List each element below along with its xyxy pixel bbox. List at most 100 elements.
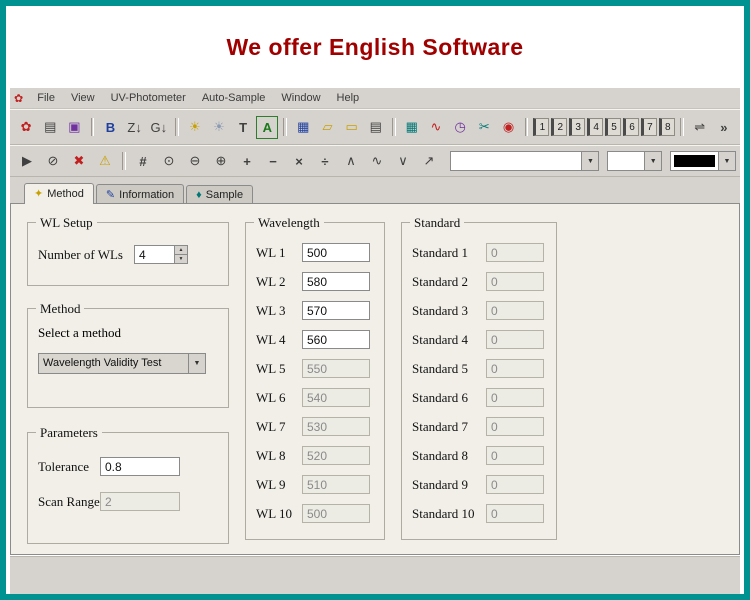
- timer-icon[interactable]: ◷: [449, 116, 471, 139]
- tab-label: Method: [47, 188, 84, 200]
- sipper-icon[interactable]: ⇌: [689, 116, 711, 139]
- cell-3-icon[interactable]: 3: [569, 118, 585, 136]
- menu-window[interactable]: Window: [273, 90, 328, 106]
- wl-9-input: [302, 475, 370, 494]
- more-tools-icon[interactable]: »: [713, 116, 735, 139]
- wl-3-input[interactable]: [302, 301, 370, 320]
- add-icon[interactable]: +: [235, 150, 259, 173]
- menu-file[interactable]: File: [29, 90, 63, 106]
- tolerance-input[interactable]: [100, 457, 180, 476]
- standard-row: Standard 6: [412, 388, 546, 407]
- group-title: WL Setup: [36, 215, 97, 231]
- standard-row: Standard 2: [412, 272, 546, 291]
- derivative-icon[interactable]: ↗: [417, 150, 441, 173]
- chevron-down-icon[interactable]: ▼: [188, 354, 205, 373]
- wl-2-input[interactable]: [302, 272, 370, 291]
- wl-1-input[interactable]: [302, 243, 370, 262]
- wl-setup-group: WL Setup Number of WLs ▲ ▼: [27, 222, 229, 286]
- multiply-icon[interactable]: ×: [287, 150, 311, 173]
- standard-2-input: [486, 272, 544, 291]
- absorbance-icon[interactable]: A: [256, 116, 278, 139]
- method-tab-panel: WL Setup Number of WLs ▲ ▼ Method: [10, 203, 740, 555]
- cell-6-icon[interactable]: 6: [623, 118, 639, 136]
- run-icon[interactable]: ▶: [15, 150, 39, 173]
- number-of-wls-row: Number of WLs ▲ ▼: [38, 245, 218, 264]
- banner: We offer English Software: [6, 6, 744, 88]
- standard-row: Standard 10: [412, 504, 546, 523]
- cell-2-icon[interactable]: 2: [551, 118, 567, 136]
- w-lamp-icon[interactable]: ☀: [208, 116, 230, 139]
- transmittance-icon[interactable]: T: [232, 116, 254, 139]
- chevron-down-icon[interactable]: ▼: [644, 152, 661, 170]
- menu-help[interactable]: Help: [329, 90, 368, 106]
- method-combobox[interactable]: Wavelength Validity Test ▼: [38, 353, 206, 374]
- wavelength-row: WL 1: [256, 243, 374, 262]
- field-label: Standard 8: [412, 448, 486, 464]
- menu-auto-sample[interactable]: Auto-Sample: [194, 90, 274, 106]
- closed-folder-icon[interactable]: ▭: [341, 116, 363, 139]
- graph-toolbar-icons: ▶ ⊘ ✖ ⚠ # ⊙ ⊖ ⊕ +: [14, 150, 442, 173]
- alert-icon[interactable]: ⚠: [93, 150, 117, 173]
- zoom-in-icon[interactable]: ⊕: [209, 150, 233, 173]
- banner-title: We offer English Software: [226, 34, 523, 61]
- chevron-down-icon[interactable]: ▼: [718, 152, 735, 170]
- app-icon[interactable]: ✿: [15, 116, 37, 139]
- field-label: Standard 9: [412, 477, 486, 493]
- peak-up-icon[interactable]: ∧: [339, 150, 363, 173]
- number-of-wls-input[interactable]: [134, 245, 174, 264]
- menu-view[interactable]: View: [63, 90, 103, 106]
- field-label: Standard 3: [412, 303, 486, 319]
- divide-icon[interactable]: ÷: [313, 150, 337, 173]
- wl-4-input[interactable]: [302, 330, 370, 349]
- color-combobox[interactable]: ▼: [670, 151, 736, 171]
- print-icon[interactable]: ▤: [365, 116, 387, 139]
- d2-lamp-icon[interactable]: ☀: [184, 116, 206, 139]
- baseline-icon[interactable]: B: [99, 116, 121, 139]
- zoom-out-icon[interactable]: ⊖: [183, 150, 207, 173]
- record-icon[interactable]: ◉: [497, 116, 519, 139]
- wave-icon[interactable]: ∿: [365, 150, 389, 173]
- data-table-icon[interactable]: ▦: [401, 116, 423, 139]
- standard-3-input: [486, 301, 544, 320]
- wavelength-row: WL 6: [256, 388, 374, 407]
- field-label: WL 7: [256, 419, 302, 435]
- grid-icon[interactable]: #: [131, 150, 155, 173]
- gain-icon[interactable]: G↓: [148, 116, 170, 139]
- number-of-wls-spinner: ▲ ▼: [134, 245, 188, 264]
- chart-icon[interactable]: ∿: [425, 116, 447, 139]
- pause-icon[interactable]: ⊘: [41, 150, 65, 173]
- spin-down-button[interactable]: ▼: [174, 255, 188, 264]
- wavelength-row: WL 5: [256, 359, 374, 378]
- scale-combobox[interactable]: ▼: [607, 151, 662, 171]
- tab-sample[interactable]: ♦ Sample: [186, 185, 253, 203]
- spin-up-button[interactable]: ▲: [174, 245, 188, 255]
- zero-icon[interactable]: Z↓: [124, 116, 146, 139]
- tools-icon[interactable]: ✂: [473, 116, 495, 139]
- tab-information[interactable]: ✎ Information: [96, 184, 184, 203]
- cell-7-icon[interactable]: 7: [641, 118, 657, 136]
- peak-down-icon[interactable]: ∨: [391, 150, 415, 173]
- field-label: WL 8: [256, 448, 302, 464]
- subtract-icon[interactable]: −: [261, 150, 285, 173]
- wavelength-row: WL 10: [256, 504, 374, 523]
- zoom-window-icon[interactable]: ⊙: [157, 150, 181, 173]
- save-icon[interactable]: ▦: [292, 116, 314, 139]
- printer-icon[interactable]: ▤: [39, 116, 61, 139]
- view-combobox[interactable]: ▼: [450, 151, 599, 171]
- tab-label: Information: [119, 189, 174, 201]
- cell-5-icon[interactable]: 5: [605, 118, 621, 136]
- cell-1-icon[interactable]: 1: [533, 118, 549, 136]
- chevron-down-icon[interactable]: ▼: [581, 152, 598, 170]
- app-logo-icon: ✿: [14, 92, 23, 105]
- wavelength-row: WL 2: [256, 272, 374, 291]
- monitor-icon[interactable]: ▣: [63, 116, 85, 139]
- open-folder-icon[interactable]: ▱: [316, 116, 338, 139]
- stop-icon[interactable]: ✖: [67, 150, 91, 173]
- field-label: WL 10: [256, 506, 302, 522]
- cell-8-icon[interactable]: 8: [659, 118, 675, 136]
- standard-7-input: [486, 417, 544, 436]
- tab-method[interactable]: ✦ Method: [24, 183, 94, 204]
- menu-bar: ✿ File View UV-Photometer Auto-Sample Wi…: [10, 88, 740, 109]
- cell-4-icon[interactable]: 4: [587, 118, 603, 136]
- menu-uv-photometer[interactable]: UV-Photometer: [103, 90, 194, 106]
